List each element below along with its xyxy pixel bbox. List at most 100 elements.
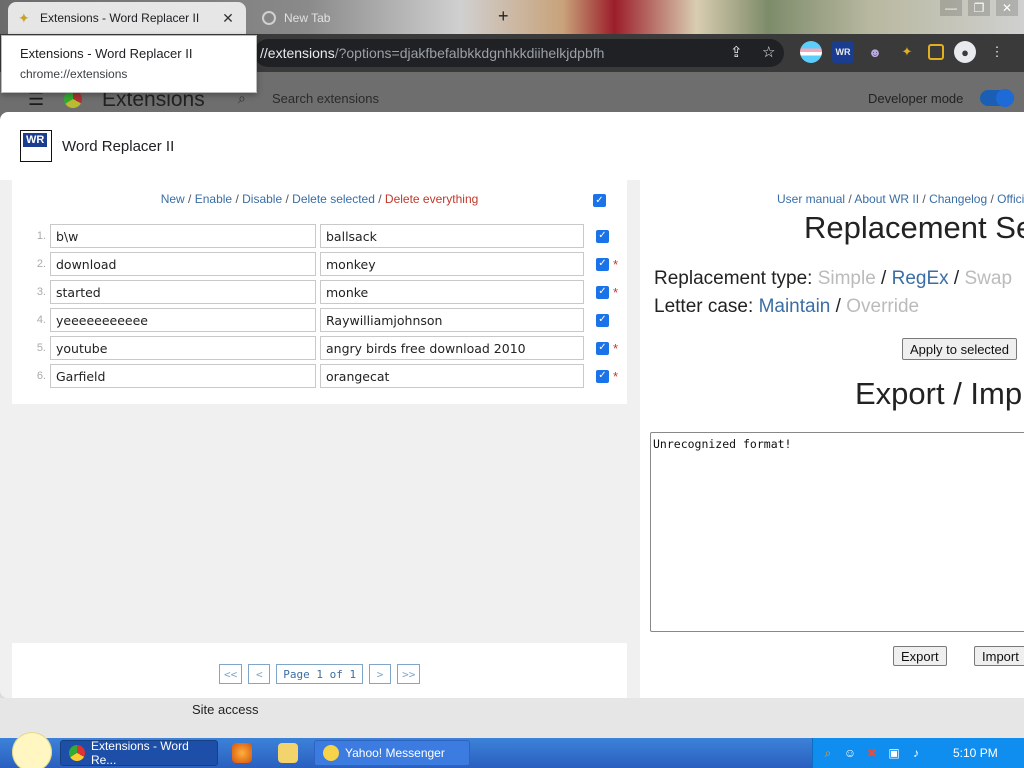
search-tray-icon[interactable]: ⌕	[821, 746, 835, 760]
replacement-row: 1. b\w ballsack ✓	[12, 222, 627, 250]
replace-field[interactable]: monke	[320, 280, 584, 304]
changelog-link[interactable]: Changelog	[929, 192, 987, 206]
close-window-icon[interactable]: ✕	[996, 0, 1018, 16]
start-button[interactable]	[6, 732, 52, 768]
replacement-row: 3. started monke ✓ *	[12, 278, 627, 306]
replacement-row: 6. Garfield orangecat ✓ *	[12, 362, 627, 390]
row-checkbox[interactable]: ✓	[596, 229, 609, 243]
find-field[interactable]: Garfield	[50, 364, 316, 388]
new-link[interactable]: New	[161, 192, 185, 206]
user-manual-link[interactable]: User manual	[777, 192, 845, 206]
options-dialog: WR Word Replacer II New / Enable / Disab…	[0, 112, 1024, 698]
settings-panel: User manual / About WR II / Changelog / …	[640, 180, 1024, 698]
ext-flag-icon[interactable]	[800, 41, 822, 63]
find-field[interactable]: started	[50, 280, 316, 304]
taskbar-button-yahoo[interactable]: Yahoo! Messenger	[314, 740, 470, 766]
new-tab-button[interactable]: +	[498, 6, 509, 27]
menu-icon[interactable]: ⋮	[986, 41, 1008, 63]
site-access-label: Site access	[192, 702, 259, 717]
export-import-textarea[interactable]: Unrecognized format!	[650, 432, 1024, 632]
taskbar-button-label: Extensions - Word Re...	[90, 739, 189, 767]
dialog-body: New / Enable / Disable / Delete selected…	[0, 180, 1024, 698]
official-link[interactable]: Offici	[997, 192, 1024, 206]
extension-details-area: Site access	[0, 698, 1024, 738]
replace-field[interactable]: Raywilliamjohnson	[320, 308, 584, 332]
smiley-tray-icon[interactable]: ☺	[843, 746, 857, 760]
share-icon[interactable]: ⇪	[730, 43, 743, 61]
replace-field[interactable]: orangecat	[320, 364, 584, 388]
row-number: 1.	[36, 230, 46, 242]
row-number: 3.	[36, 286, 46, 298]
row-checkbox[interactable]: ✓	[596, 341, 609, 355]
select-all-checkbox[interactable]: ✓	[593, 194, 606, 207]
star-icon[interactable]: ☆	[762, 43, 775, 61]
tooltip-title: Extensions - Word Replacer II	[20, 46, 193, 61]
type-regex-option[interactable]: RegEx	[892, 268, 949, 289]
replace-field[interactable]: angry birds free download 2010	[320, 336, 584, 360]
tab-new-tab[interactable]: New Tab	[258, 6, 488, 30]
puzzle-icon[interactable]: ✦	[896, 41, 918, 63]
row-checkbox[interactable]: ✓	[596, 285, 609, 299]
system-tray: ⌕ ☺ ✖ ▣ ♪ 5:10 PM	[812, 738, 1024, 768]
about-link[interactable]: About WR II	[854, 192, 919, 206]
address-bar[interactable]: //extensions/?options=djakfbefalbkkdgnhk…	[254, 39, 784, 67]
letter-case-label: Letter case:	[654, 296, 759, 317]
row-number: 6.	[36, 370, 46, 382]
row-number: 4.	[36, 314, 46, 326]
find-field[interactable]: yeeeeeeeeeee	[50, 308, 316, 332]
replacement-type-line: Replacement type: Simple / RegEx / Swap	[654, 268, 1013, 289]
word-replacer-logo-icon: WR	[20, 130, 52, 162]
pagination: << < Page 1 of 1 > >>	[219, 664, 421, 684]
type-swap-option[interactable]: Swap	[965, 268, 1013, 289]
import-button[interactable]: Import	[974, 646, 1024, 666]
case-maintain-option[interactable]: Maintain	[759, 296, 831, 317]
minimize-icon[interactable]: —	[940, 0, 962, 16]
disable-link[interactable]: Disable	[242, 192, 282, 206]
last-page-button[interactable]: >>	[397, 664, 421, 684]
export-button[interactable]: Export	[893, 646, 947, 666]
sidepanel-icon[interactable]	[928, 44, 944, 60]
enable-link[interactable]: Enable	[195, 192, 232, 206]
dialog-header: WR Word Replacer II	[0, 112, 1024, 180]
row-checkbox[interactable]: ✓	[596, 257, 609, 271]
next-page-button[interactable]: >	[369, 664, 392, 684]
find-field[interactable]: youtube	[50, 336, 316, 360]
pagination-panel: << < Page 1 of 1 > >>	[12, 643, 627, 698]
tab-extensions[interactable]: ✦ Extensions - Word Replacer II ✕	[8, 2, 246, 34]
first-page-button[interactable]: <<	[219, 664, 243, 684]
taskbar: Extensions - Word Re... Yahoo! Messenger…	[0, 732, 1024, 768]
delete-selected-link[interactable]: Delete selected	[292, 192, 375, 206]
custom-settings-marker: *	[613, 340, 619, 356]
prev-page-button[interactable]: <	[248, 664, 271, 684]
case-override-option[interactable]: Override	[846, 296, 919, 317]
replacement-settings-heading: Replacement Se	[804, 210, 1024, 245]
dialog-title: Word Replacer II	[62, 137, 175, 155]
row-checkbox[interactable]: ✓	[596, 369, 609, 383]
search-input[interactable]: Search extensions	[272, 91, 379, 106]
tooltip-url: chrome://extensions	[20, 67, 128, 81]
find-field[interactable]: download	[50, 252, 316, 276]
list-actions: New / Enable / Disable / Delete selected…	[160, 192, 479, 206]
puzzle-favicon-icon: ✦	[18, 10, 30, 26]
network-x-icon[interactable]: ✖	[865, 746, 879, 760]
volume-icon[interactable]: ♪	[909, 746, 923, 760]
taskbar-button-extensions[interactable]: Extensions - Word Re...	[60, 739, 218, 767]
profile-icon[interactable]: ●	[954, 41, 976, 63]
folder-icon[interactable]	[278, 743, 298, 763]
maximize-icon[interactable]: ❐	[968, 0, 990, 16]
find-field[interactable]: b\w	[50, 224, 316, 248]
tab-strip: ✦ Extensions - Word Replacer II ✕ New Ta…	[0, 0, 1024, 34]
replace-field[interactable]: ballsack	[320, 224, 584, 248]
developer-mode-toggle[interactable]	[980, 89, 1014, 107]
word-replacer-icon[interactable]: WR	[832, 41, 854, 63]
row-checkbox[interactable]: ✓	[596, 313, 609, 327]
apply-to-selected-button[interactable]: Apply to selected	[902, 338, 1018, 360]
close-tab-icon[interactable]: ✕	[220, 10, 236, 27]
type-simple-option[interactable]: Simple	[818, 268, 876, 289]
network-icon[interactable]: ▣	[887, 746, 901, 760]
replace-field[interactable]: monkey	[320, 252, 584, 276]
page-info: Page 1 of 1	[276, 664, 364, 684]
ext-cat-icon[interactable]: ☻	[864, 41, 886, 63]
firefox-icon[interactable]	[232, 743, 252, 763]
delete-everything-link[interactable]: Delete everything	[385, 192, 478, 206]
